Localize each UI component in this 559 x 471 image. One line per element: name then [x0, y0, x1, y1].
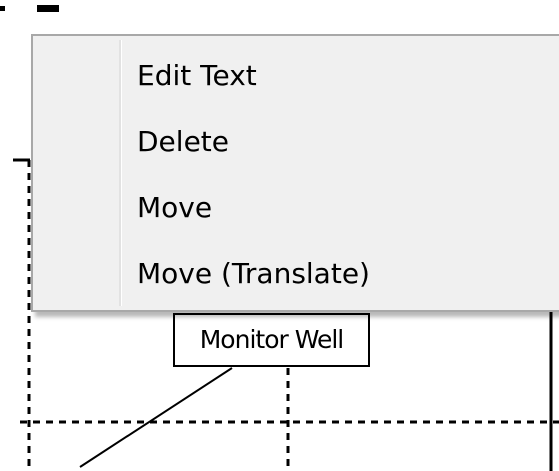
left-border	[13, 158, 31, 471]
drawing-canvas[interactable]: Monitor Well Edit Text Delete Move Move …	[0, 0, 559, 471]
menu-item-move[interactable]: Move	[33, 176, 559, 240]
menu-item-move-translate[interactable]: Move (Translate)	[33, 242, 559, 306]
selection-marker-top-left	[0, 5, 59, 12]
callout-leader-line	[79, 367, 233, 468]
context-menu: Edit Text Delete Move Move (Translate)	[31, 34, 559, 312]
menu-item-edit-text[interactable]: Edit Text	[33, 44, 559, 108]
menu-item-delete[interactable]: Delete	[33, 110, 559, 174]
monitor-well-label[interactable]: Monitor Well	[173, 313, 370, 367]
